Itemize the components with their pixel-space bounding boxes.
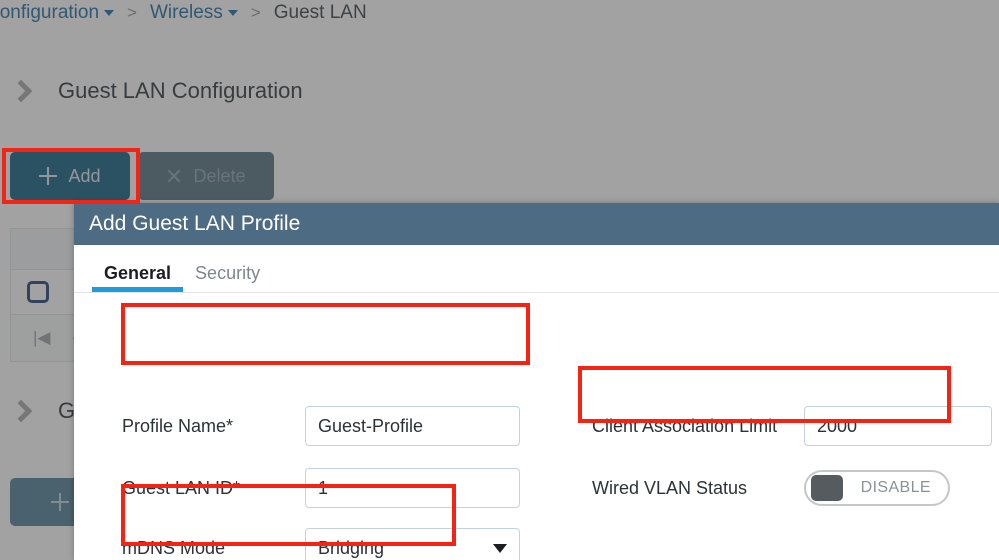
chevron-down-icon xyxy=(227,9,238,16)
breadcrumb-item-wireless[interactable]: Wireless xyxy=(150,2,238,24)
field-mdns-mode: mDNS Mode Bridging xyxy=(122,525,520,560)
breadcrumb-separator-2: > xyxy=(250,3,261,22)
add-button-label: Add xyxy=(68,165,101,186)
wired-vlan-status-toggle-label: DISABLE xyxy=(860,479,931,496)
dialog-header: Add Guest LAN Profile xyxy=(74,203,999,245)
field-label-mdns-mode: mDNS Mode xyxy=(122,537,226,558)
delete-button[interactable]: Delete xyxy=(138,152,274,200)
field-guest-lan-id: Guest LAN ID* 1 xyxy=(122,465,520,511)
breadcrumb: Configuration > Wireless > Guest LAN xyxy=(0,2,367,24)
breadcrumb-item-guest-lan: Guest LAN xyxy=(273,2,367,23)
row-checkbox[interactable] xyxy=(27,281,49,303)
field-profile-name: Profile Name* Guest-Profile xyxy=(122,403,520,449)
tab-security[interactable]: Security xyxy=(183,263,272,292)
chevron-down-icon xyxy=(104,9,115,16)
mdns-mode-select[interactable]: Bridging xyxy=(305,528,520,560)
breadcrumb-label-configuration: Configuration xyxy=(0,2,100,23)
plus-icon xyxy=(51,493,69,511)
dialog-title: Add Guest LAN Profile xyxy=(89,212,301,235)
mdns-mode-value: Bridging xyxy=(318,537,385,558)
field-wired-vlan-status: Wired VLAN Status DISABLE xyxy=(592,465,950,511)
guest-lan-id-input[interactable]: 1 xyxy=(305,468,520,508)
chevron-right-icon[interactable] xyxy=(8,78,34,104)
delete-button-label: Delete xyxy=(193,165,246,186)
close-icon xyxy=(166,168,182,184)
page-title: Guest LAN Configuration xyxy=(58,78,303,103)
chevron-right-icon[interactable] xyxy=(8,398,34,424)
field-label-profile-name: Profile Name* xyxy=(122,415,234,436)
breadcrumb-item-configuration[interactable]: Configuration xyxy=(0,2,115,24)
client-association-limit-input[interactable]: 2000 xyxy=(804,406,992,446)
tab-general[interactable]: General xyxy=(92,263,184,292)
add-guest-lan-profile-dialog: Add Guest LAN Profile General Security P… xyxy=(74,203,999,560)
field-label-wired-vlan-status: Wired VLAN Status xyxy=(592,477,748,498)
section-header-guest-lan-configuration: Guest LAN Configuration xyxy=(8,78,303,104)
add-button[interactable]: Add xyxy=(10,152,130,200)
plus-icon xyxy=(39,167,58,185)
pagination-first-icon[interactable]: |◀ xyxy=(33,328,51,348)
breadcrumb-label-wireless: Wireless xyxy=(149,2,223,23)
breadcrumb-separator-1: > xyxy=(127,3,137,22)
field-label-guest-lan-id: Guest LAN ID* xyxy=(122,477,241,498)
toggle-knob xyxy=(811,475,843,501)
wired-vlan-status-toggle[interactable]: DISABLE xyxy=(804,470,950,506)
screenshot-root: Configuration > Wireless > Guest LAN Gue… xyxy=(0,0,999,560)
table-toolbar: Add Delete xyxy=(10,152,274,200)
profile-name-input[interactable]: Guest-Profile xyxy=(305,406,520,446)
field-client-association-limit: Client Association Limit 2000 xyxy=(592,403,992,449)
chevron-down-icon xyxy=(493,543,507,553)
field-label-client-association-limit: Client Association Limit xyxy=(592,415,778,436)
dialog-tabs: General Security xyxy=(74,245,999,293)
